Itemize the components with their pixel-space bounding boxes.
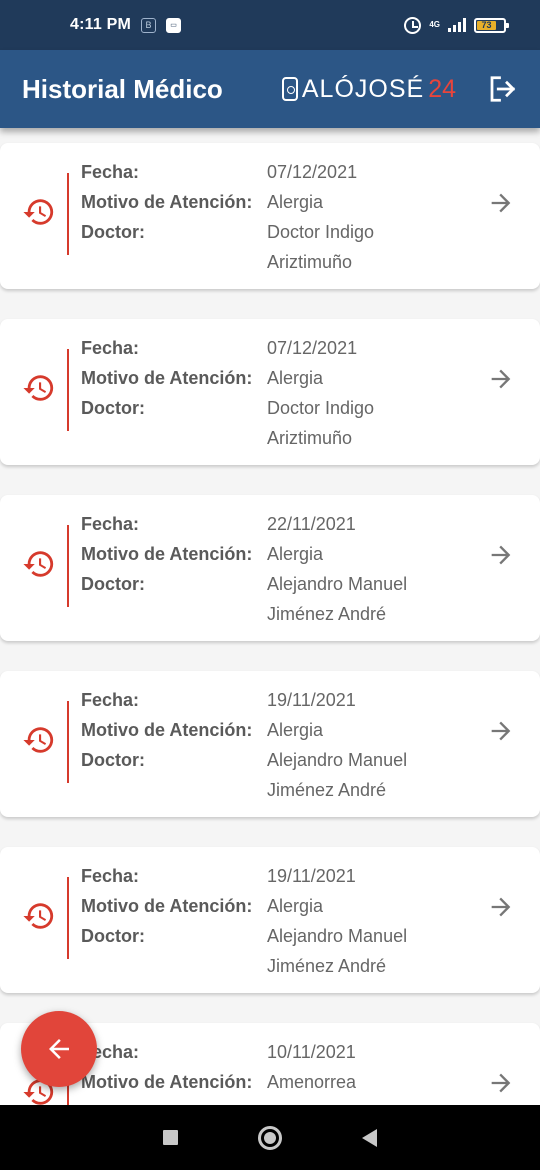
back-fab-button[interactable] bbox=[21, 1011, 97, 1087]
doctor-label: Doctor: bbox=[81, 574, 145, 594]
reason-value: Alergia bbox=[267, 192, 324, 212]
doctor-label: Doctor: bbox=[81, 926, 145, 946]
brand-number: 24 bbox=[428, 74, 456, 103]
status-bar: 4:11 PM B ▭ 4G 73 bbox=[0, 0, 540, 50]
arrow-right-icon[interactable] bbox=[487, 541, 515, 569]
recent-apps-button[interactable] bbox=[163, 1130, 178, 1145]
doctor-value: Alejandro Manuel bbox=[267, 750, 408, 770]
history-card[interactable]: Fecha: Motivo de Atención: Doctor: 22/11… bbox=[0, 495, 540, 641]
status-right-group: 4G 73 bbox=[404, 16, 509, 34]
network-type: 4G bbox=[429, 20, 440, 29]
date-label: Fecha: bbox=[81, 514, 140, 534]
status-notification-icons: B ▭ bbox=[141, 17, 181, 33]
doctor-value-continued: Jiménez André bbox=[267, 604, 387, 624]
doctor-value-continued: Ariztimuño bbox=[267, 428, 353, 448]
card-divider bbox=[67, 701, 69, 783]
reason-label: Motivo de Atención: bbox=[81, 368, 253, 388]
reason-label: Motivo de Atención: bbox=[81, 544, 253, 564]
system-navigation-bar bbox=[0, 1105, 540, 1170]
card-divider bbox=[67, 525, 69, 607]
battery-level: 73 bbox=[477, 20, 496, 30]
doctor-value: Doctor Indigo bbox=[267, 222, 375, 242]
brand-text: ALÓJOSÉ bbox=[301, 74, 425, 103]
doctor-value: Alejandro Manuel bbox=[267, 926, 408, 946]
date-label: Fecha: bbox=[81, 690, 140, 710]
doctor-value: Alejandro Manuel bbox=[267, 574, 408, 594]
history-icon bbox=[23, 375, 54, 401]
reason-label: Motivo de Atención: bbox=[81, 720, 253, 740]
history-icon bbox=[23, 199, 54, 225]
brand-logo: ALÓJOSÉ 24 bbox=[281, 74, 456, 104]
date-value: 19/11/2021 bbox=[267, 690, 356, 710]
card-divider bbox=[67, 349, 69, 431]
history-icon bbox=[23, 551, 54, 577]
reason-value: Alergia bbox=[267, 720, 324, 740]
date-label: Fecha: bbox=[81, 338, 140, 358]
doctor-value: Doctor Indigo bbox=[267, 398, 375, 418]
reason-value: Alergia bbox=[267, 368, 324, 388]
reason-label: Motivo de Atención: bbox=[81, 1072, 253, 1092]
status-time: 4:11 PM bbox=[70, 16, 131, 33]
date-value: 07/12/2021 bbox=[267, 338, 358, 358]
system-back-button[interactable] bbox=[362, 1128, 377, 1147]
reason-value: Alergia bbox=[267, 544, 324, 564]
doctor-label: Doctor: bbox=[81, 398, 145, 418]
reason-label: Motivo de Atención: bbox=[81, 192, 253, 212]
logout-button[interactable] bbox=[486, 73, 518, 105]
signal-icon bbox=[448, 18, 466, 32]
history-icon bbox=[23, 903, 54, 929]
notification-app-icon: B bbox=[141, 17, 156, 33]
reason-value: Alergia bbox=[267, 896, 324, 916]
date-value: 10/11/2021 bbox=[267, 1042, 356, 1062]
date-value: 22/11/2021 bbox=[267, 514, 356, 534]
arrow-right-icon[interactable] bbox=[487, 189, 515, 217]
reason-label: Motivo de Atención: bbox=[81, 896, 253, 916]
app-bar: Historial Médico ALÓJOSÉ 24 bbox=[0, 50, 540, 128]
date-label: Fecha: bbox=[81, 866, 140, 886]
history-card[interactable]: Fecha: Motivo de Atención: Doctor: 07/12… bbox=[0, 319, 540, 465]
history-icon bbox=[23, 727, 54, 753]
doctor-label: Doctor: bbox=[81, 222, 145, 242]
arrow-left-icon bbox=[49, 1039, 69, 1059]
arrow-right-icon[interactable] bbox=[487, 893, 515, 921]
doctor-value-continued: Jiménez André bbox=[267, 956, 387, 976]
alarm-icon bbox=[404, 16, 422, 34]
history-card[interactable]: Fecha: Motivo de Atención: Doctor: 19/11… bbox=[0, 671, 540, 817]
history-card[interactable]: Fecha: Motivo de Atención: Doctor: 19/11… bbox=[0, 847, 540, 993]
arrow-right-icon[interactable] bbox=[487, 365, 515, 393]
doctor-value-continued: Ariztimuño bbox=[267, 252, 353, 272]
date-value: 07/12/2021 bbox=[267, 162, 358, 182]
home-button[interactable] bbox=[258, 1125, 282, 1150]
doctor-value-continued: Jiménez André bbox=[267, 780, 387, 800]
battery-icon: 73 bbox=[474, 17, 509, 33]
arrow-right-icon[interactable] bbox=[487, 1069, 515, 1097]
date-label: Fecha: bbox=[81, 162, 140, 182]
reason-value: Amenorrea bbox=[267, 1072, 357, 1092]
logout-icon bbox=[490, 76, 516, 102]
notification-app-icon: ▭ bbox=[166, 17, 181, 33]
card-divider bbox=[67, 173, 69, 255]
arrow-right-icon[interactable] bbox=[487, 717, 515, 745]
medical-history-list[interactable]: Fecha: Motivo de Atención: Doctor: 07/12… bbox=[0, 128, 540, 1105]
history-card[interactable]: Fecha: Motivo de Atención: Doctor: 07/12… bbox=[0, 143, 540, 289]
brand-phone-icon bbox=[281, 77, 298, 101]
card-divider bbox=[67, 877, 69, 959]
date-value: 19/11/2021 bbox=[267, 866, 356, 886]
doctor-label: Doctor: bbox=[81, 750, 145, 770]
page-title: Historial Médico bbox=[22, 73, 223, 104]
